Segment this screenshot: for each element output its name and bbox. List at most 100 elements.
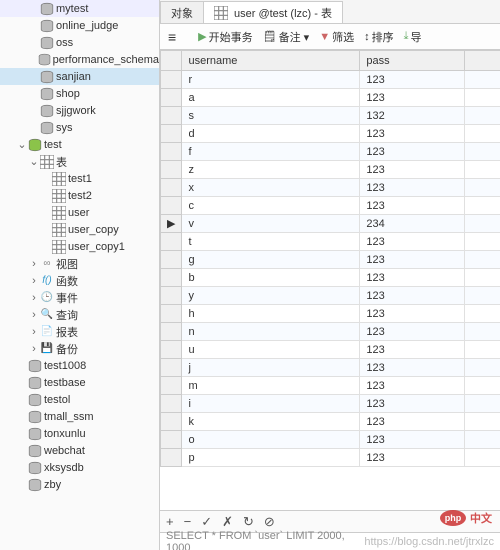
tree-item-test2[interactable]: test2 xyxy=(0,187,159,204)
cell-username[interactable]: j xyxy=(182,359,360,377)
tree-item-online_judge[interactable]: online_judge xyxy=(0,17,159,34)
tree-item-视图[interactable]: ›∞视图 xyxy=(0,255,159,272)
table-row[interactable]: p123 xyxy=(161,449,500,467)
expand-icon[interactable]: › xyxy=(28,292,40,304)
cell-pass[interactable]: 123 xyxy=(360,377,464,395)
tree-item-testol[interactable]: testol xyxy=(0,391,159,408)
cell-username[interactable]: a xyxy=(182,89,360,107)
tree-item-mytest[interactable]: mytest xyxy=(0,0,159,17)
expand-icon[interactable]: ⌄ xyxy=(16,138,28,151)
menu-button[interactable]: ≡ xyxy=(164,27,180,47)
cell-pass[interactable]: 132 xyxy=(360,107,464,125)
table-row[interactable]: h123 xyxy=(161,305,500,323)
cell-username[interactable]: u xyxy=(182,341,360,359)
delete-row-button[interactable]: − xyxy=(184,514,192,529)
table-row[interactable]: f123 xyxy=(161,143,500,161)
expand-icon[interactable]: ⌄ xyxy=(28,155,40,168)
cell-pass[interactable]: 123 xyxy=(360,431,464,449)
tree-item-xksysdb[interactable]: xksysdb xyxy=(0,459,159,476)
expand-icon[interactable]: › xyxy=(28,343,40,355)
table-row[interactable]: n123 xyxy=(161,323,500,341)
tree-item-oss[interactable]: oss xyxy=(0,34,159,51)
tree-item-表[interactable]: ⌄表 xyxy=(0,153,159,170)
commit-button[interactable]: ✓ xyxy=(201,514,212,530)
tree-item-testbase[interactable]: testbase xyxy=(0,374,159,391)
expand-icon[interactable]: › xyxy=(28,309,40,321)
cell-username[interactable]: p xyxy=(182,449,360,467)
cell-pass[interactable]: 123 xyxy=(360,413,464,431)
cell-username[interactable]: s xyxy=(182,107,360,125)
expand-icon[interactable]: › xyxy=(28,275,40,287)
table-row[interactable]: b123 xyxy=(161,269,500,287)
cell-username[interactable]: i xyxy=(182,395,360,413)
tree-item-tonxunlu[interactable]: tonxunlu xyxy=(0,425,159,442)
table-row[interactable]: d123 xyxy=(161,125,500,143)
cell-username[interactable]: o xyxy=(182,431,360,449)
cell-username[interactable]: y xyxy=(182,287,360,305)
table-row[interactable]: y123 xyxy=(161,287,500,305)
tree-item-备份[interactable]: ›💾备份 xyxy=(0,340,159,357)
cell-pass[interactable]: 123 xyxy=(360,143,464,161)
table-row[interactable]: ▶v234 xyxy=(161,215,500,233)
tree-item-tmall_ssm[interactable]: tmall_ssm xyxy=(0,408,159,425)
cell-pass[interactable]: 123 xyxy=(360,341,464,359)
tree-item-user_copy1[interactable]: user_copy1 xyxy=(0,238,159,255)
cell-pass[interactable]: 123 xyxy=(360,287,464,305)
cell-pass[interactable]: 123 xyxy=(360,269,464,287)
tree-item-user[interactable]: user xyxy=(0,204,159,221)
cell-username[interactable]: v xyxy=(182,215,360,233)
tree-item-shop[interactable]: shop xyxy=(0,85,159,102)
table-row[interactable]: g123 xyxy=(161,251,500,269)
cell-username[interactable]: d xyxy=(182,125,360,143)
tree-item-sjjgwork[interactable]: sjjgwork xyxy=(0,102,159,119)
cell-username[interactable]: g xyxy=(182,251,360,269)
cell-username[interactable]: m xyxy=(182,377,360,395)
cell-username[interactable]: x xyxy=(182,179,360,197)
tree-item-test[interactable]: ⌄test xyxy=(0,136,159,153)
cell-pass[interactable]: 234 xyxy=(360,215,464,233)
cell-username[interactable]: r xyxy=(182,71,360,89)
begin-transaction-button[interactable]: ▶开始事务 xyxy=(194,27,256,47)
table-row[interactable]: r123 xyxy=(161,71,500,89)
cell-username[interactable]: f xyxy=(182,143,360,161)
cell-username[interactable]: z xyxy=(182,161,360,179)
cell-username[interactable]: k xyxy=(182,413,360,431)
cell-pass[interactable]: 123 xyxy=(360,251,464,269)
tree-item-webchat[interactable]: webchat xyxy=(0,442,159,459)
cancel-button[interactable]: ✗ xyxy=(222,514,233,530)
export-button[interactable]: ⤓导 xyxy=(400,27,426,47)
tree-item-user_copy[interactable]: user_copy xyxy=(0,221,159,238)
table-row[interactable]: o123 xyxy=(161,431,500,449)
table-row[interactable]: c123 xyxy=(161,197,500,215)
cell-pass[interactable]: 123 xyxy=(360,125,464,143)
tree-item-sanjian[interactable]: sanjian xyxy=(0,68,159,85)
cell-pass[interactable]: 123 xyxy=(360,323,464,341)
table-row[interactable]: j123 xyxy=(161,359,500,377)
cell-pass[interactable]: 123 xyxy=(360,395,464,413)
table-row[interactable]: z123 xyxy=(161,161,500,179)
tree-item-performance_schema[interactable]: performance_schema xyxy=(0,51,159,68)
expand-icon[interactable]: › xyxy=(28,258,40,270)
table-row[interactable]: k123 xyxy=(161,413,500,431)
column-header-pass[interactable]: pass xyxy=(360,51,464,71)
add-row-button[interactable]: + xyxy=(166,514,174,529)
table-row[interactable]: t123 xyxy=(161,233,500,251)
table-row[interactable]: a123 xyxy=(161,89,500,107)
cell-username[interactable]: b xyxy=(182,269,360,287)
tab-user-table[interactable]: user @test (lzc) - 表 xyxy=(203,1,343,23)
expand-icon[interactable]: › xyxy=(28,326,40,338)
cell-pass[interactable]: 123 xyxy=(360,449,464,467)
cell-username[interactable]: t xyxy=(182,233,360,251)
cell-username[interactable]: n xyxy=(182,323,360,341)
cell-pass[interactable]: 123 xyxy=(360,161,464,179)
data-grid-wrapper[interactable]: username pass r123a123s132d123f123z123x1… xyxy=(160,50,500,510)
cell-pass[interactable]: 123 xyxy=(360,179,464,197)
cell-pass[interactable]: 123 xyxy=(360,89,464,107)
memo-button[interactable]: 🗒备注 ▾ xyxy=(259,27,314,47)
table-row[interactable]: m123 xyxy=(161,377,500,395)
cell-pass[interactable]: 123 xyxy=(360,359,464,377)
tree-item-报表[interactable]: ›📄报表 xyxy=(0,323,159,340)
cell-pass[interactable]: 123 xyxy=(360,197,464,215)
cell-pass[interactable]: 123 xyxy=(360,71,464,89)
filter-button[interactable]: ▼筛选 xyxy=(315,27,358,47)
